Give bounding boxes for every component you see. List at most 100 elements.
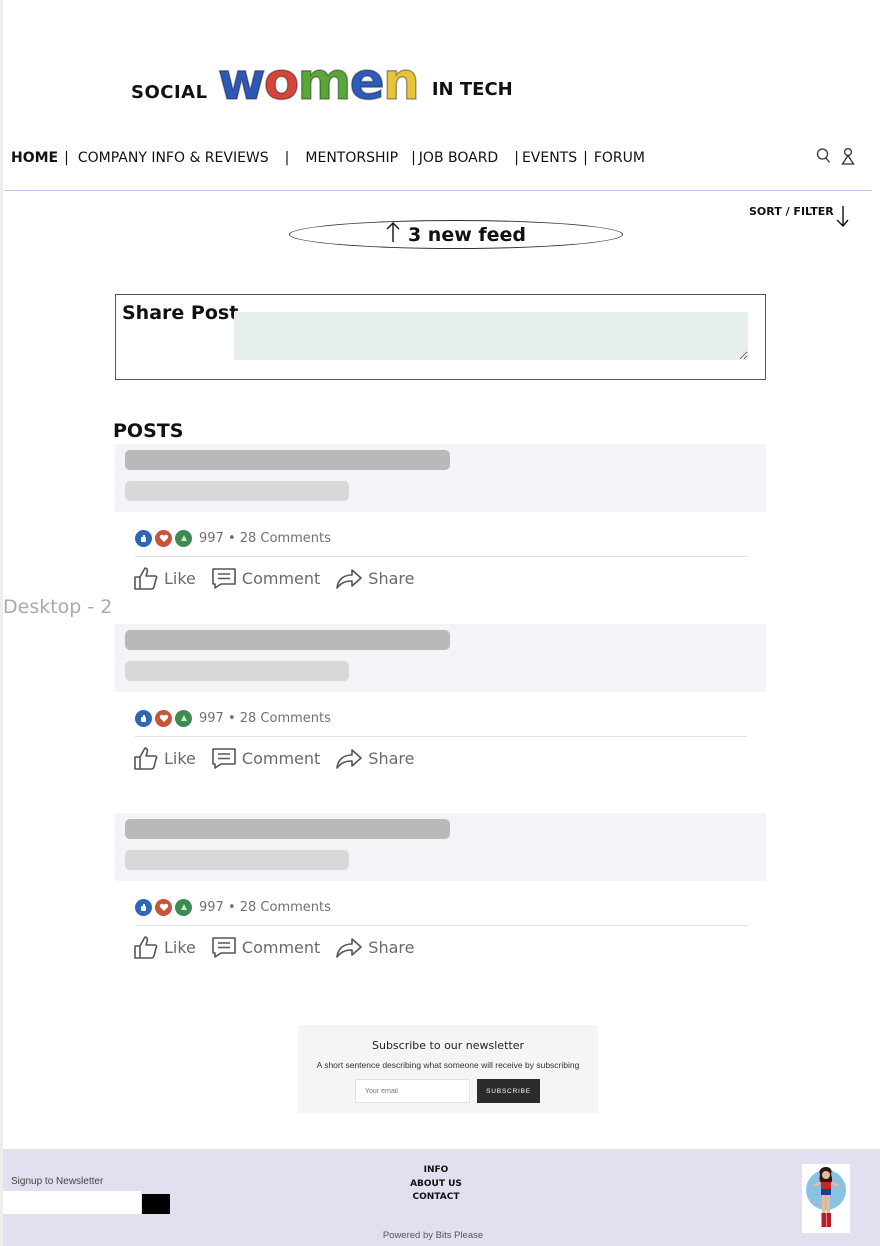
nav-item-events[interactable]: EVENTS [522, 150, 577, 166]
share-post-box: Share Post [115, 294, 766, 380]
reaction-summary[interactable]: 997 • 28 Comments [135, 529, 331, 547]
footer: Signup to Newsletter INFO ABOUT US CONTA… [3, 1149, 880, 1246]
reaction-count: 997 • 28 Comments [199, 710, 331, 726]
celebrate-reaction-icon [175, 898, 192, 916]
comment-label: Comment [241, 568, 321, 588]
thumbs-up-icon [134, 936, 158, 959]
arrow-down-icon [834, 205, 849, 232]
share-button[interactable]: Share [335, 566, 414, 590]
like-label: Like [164, 937, 196, 957]
like-button[interactable]: Like [133, 934, 196, 960]
superhero-illustration [802, 1164, 850, 1233]
share-icon [336, 749, 363, 769]
main-nav: HOME | COMPANY INFO & REVIEWS | MENTORSHIP | J… [11, 150, 645, 166]
love-reaction-icon [155, 529, 172, 547]
logo-letter: e [349, 52, 386, 112]
share-post-label: Share Post [122, 302, 239, 324]
new-feed-label: 3 new feed [407, 223, 527, 246]
share-post-input[interactable] [234, 312, 748, 360]
like-reaction-icon [135, 529, 152, 547]
like-reaction-icon [135, 898, 152, 916]
celebrate-reaction-icon [175, 709, 192, 727]
post-divider [135, 556, 747, 557]
comment-label: Comment [241, 937, 321, 957]
share-button[interactable]: Share [335, 746, 414, 770]
search-icon[interactable] [816, 147, 831, 165]
user-icon[interactable] [841, 147, 855, 165]
celebrate-reaction-icon [175, 529, 192, 547]
logo-letter: w [217, 52, 267, 112]
post-content-placeholder [115, 813, 766, 881]
footer-signup-label: Signup to Newsletter [11, 1176, 104, 1187]
nav-separator: | [583, 150, 588, 166]
reaction-count: 997 • 28 Comments [199, 899, 331, 915]
footer-newsletter-input[interactable] [3, 1191, 141, 1214]
nav-item-company-info[interactable]: COMPANY INFO & REVIEWS [78, 150, 269, 166]
nav-item-mentorship[interactable]: MENTORSHIP [305, 150, 398, 166]
reaction-summary[interactable]: 997 • 28 Comments [135, 898, 331, 916]
post-actions: Like Comment Share [133, 565, 429, 591]
frame-edge [0, 0, 3, 1246]
post-title-placeholder [125, 630, 450, 650]
post-card: 997 • 28 Comments Like Comment Share [115, 444, 766, 594]
nav-separator: | [411, 150, 416, 166]
post-text-placeholder [125, 481, 349, 501]
footer-link-info[interactable]: INFO [386, 1164, 486, 1178]
footer-links: INFO ABOUT US CONTACT [386, 1164, 486, 1205]
reaction-summary[interactable]: 997 • 28 Comments [135, 709, 331, 727]
nav-item-home[interactable]: HOME [11, 150, 58, 166]
comment-icon [212, 568, 236, 589]
post-title-placeholder [125, 819, 450, 839]
logo-letter: n [382, 52, 421, 112]
nav-separator: | [514, 150, 519, 166]
powered-by-text: Powered by Bits Please [382, 1230, 484, 1241]
reaction-count: 997 • 28 Comments [199, 530, 331, 546]
share-label: Share [368, 937, 415, 957]
footer-link-about-us[interactable]: ABOUT US [386, 1178, 486, 1192]
post-content-placeholder [115, 444, 766, 512]
post-divider [135, 736, 747, 737]
comment-label: Comment [241, 748, 321, 768]
post-divider [135, 925, 747, 926]
comment-icon [212, 748, 236, 769]
comment-button[interactable]: Comment [211, 566, 320, 590]
logo-letter: m [297, 52, 353, 112]
comment-button[interactable]: Comment [211, 746, 320, 770]
nav-separator: | [284, 150, 290, 166]
arrow-up-icon [386, 221, 400, 248]
nav-separator: | [64, 150, 69, 166]
newsletter-email-input[interactable] [355, 1079, 470, 1103]
nav-item-job-board[interactable]: JOB BOARD [419, 150, 498, 166]
thumbs-up-icon [134, 747, 158, 770]
share-label: Share [368, 748, 415, 768]
posts-heading: POSTS [113, 420, 184, 442]
post-text-placeholder [125, 850, 349, 870]
post-card: 997 • 28 Comments Like Comment Share [115, 624, 766, 774]
canvas-frame-label: Desktop - 2 [3, 596, 115, 618]
footer-link-contact[interactable]: CONTACT [386, 1191, 486, 1205]
share-button[interactable]: Share [335, 935, 414, 959]
subscribe-button[interactable]: SUBSCRIBE [477, 1079, 540, 1103]
like-label: Like [164, 568, 196, 588]
love-reaction-icon [155, 898, 172, 916]
new-feed-button[interactable]: 3 new feed [289, 220, 623, 249]
like-button[interactable]: Like [133, 565, 196, 591]
like-button[interactable]: Like [133, 745, 196, 771]
post-content-placeholder [115, 624, 766, 692]
logo-letter: o [263, 52, 300, 112]
logo-tech-text: IN TECH [431, 79, 513, 100]
sort-filter-button[interactable]: SORT / FILTER [749, 205, 849, 232]
nav-item-forum[interactable]: FORUM [594, 150, 645, 166]
share-icon [336, 938, 363, 958]
nav-divider [4, 190, 872, 191]
comment-button[interactable]: Comment [211, 935, 320, 959]
sort-filter-label: SORT / FILTER [749, 205, 834, 218]
site-logo[interactable]: SOCIAL w o m e n IN TECH [131, 52, 513, 112]
comment-icon [212, 937, 236, 958]
newsletter-title: Subscribe to our newsletter [371, 1039, 524, 1052]
nav-icons [816, 147, 855, 165]
thumbs-up-icon [134, 567, 158, 590]
post-title-placeholder [125, 450, 450, 470]
newsletter-card: Subscribe to our newsletter A short sent… [298, 1025, 598, 1113]
footer-signup-button[interactable] [142, 1194, 170, 1214]
